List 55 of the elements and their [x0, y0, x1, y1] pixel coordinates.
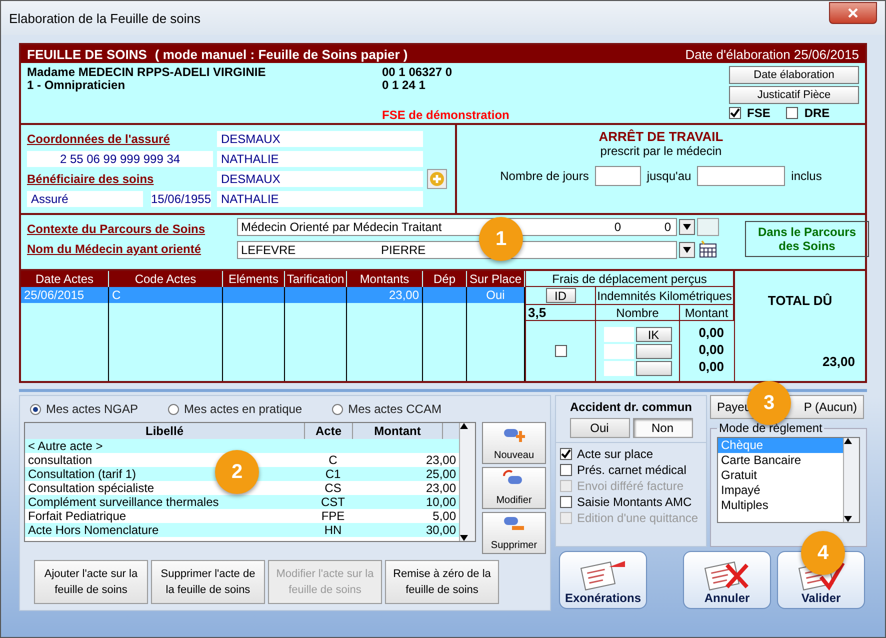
radio-label: Mes actes en pratique: [184, 402, 302, 416]
option-label: Envoi différé facture: [577, 479, 684, 493]
act-code: C1: [324, 467, 342, 481]
until-label: jusqu'au: [646, 169, 692, 183]
doctor-specialty: 1 - Omnipraticien: [27, 79, 126, 92]
radio-label: Mes actes NGAP: [46, 402, 138, 416]
sick-leave-subtitle: prescrit par le médecin: [600, 144, 722, 158]
act-code: CST: [320, 495, 346, 509]
total-value: 23,00: [822, 354, 855, 369]
amount-value: 0,00: [698, 359, 724, 374]
sheet-title: FEUILLE DE SOINS: [27, 46, 147, 62]
distance-value: 3,5: [528, 305, 546, 320]
radio-label: Mes actes CCAM: [348, 402, 442, 416]
act-amount: 5,00: [432, 509, 456, 523]
act-amount: 23,00: [424, 453, 456, 467]
column-header: Sur Place: [467, 271, 525, 287]
act-amount: 30,00: [424, 523, 456, 537]
column-header: Nombre: [616, 306, 659, 320]
amount-value: 0,00: [698, 342, 724, 357]
column-header: Montants: [347, 271, 423, 287]
care-path-status: Dans le Parcours des Soins: [745, 221, 869, 257]
column-header: Tarification: [285, 271, 347, 287]
act-amount: 10,00: [424, 495, 456, 509]
doctor-number: 00 1 06327 0: [382, 66, 454, 79]
days-label: Nombre de jours: [500, 169, 589, 183]
accident-title: Accident dr. commun: [570, 400, 692, 414]
act-code: C: [328, 453, 338, 467]
doctor-code: 0 1 24 1: [382, 79, 426, 92]
act-code: FPE: [320, 509, 346, 523]
column-header: Eléments: [223, 271, 285, 287]
inclusive-label: inclus: [791, 169, 822, 183]
column-header: Date Actes: [21, 271, 109, 287]
option-label: Edition d'une quittance: [577, 511, 698, 525]
creation-date: Date d'élaboration 25/06/2015: [685, 46, 859, 62]
total-label: TOTAL DÛ: [768, 293, 832, 308]
doctor-name: Madame MEDECIN RPPS-ADELI VIRGINIE: [27, 66, 267, 79]
sick-leave-title: ARRÊT DE TRAVAIL: [598, 129, 724, 144]
act-amount: 23,00: [424, 481, 456, 495]
column-header: Code Actes: [109, 271, 223, 287]
column-header: Montant: [684, 306, 728, 320]
act-code: HN: [323, 523, 343, 537]
window-title: Elaboration de la Feuille de soins: [9, 10, 201, 26]
option-label: Acte sur place: [577, 447, 654, 461]
checkbox-label: FSE: [747, 106, 770, 120]
act-code: CS: [324, 481, 342, 495]
act-amount: 25,00: [424, 467, 456, 481]
checkbox-label: DRE: [804, 106, 830, 120]
travel-title: Frais de déplacement perçus: [552, 272, 707, 286]
option-label: Saisie Montants AMC: [577, 495, 692, 509]
amount-value: 0,00: [698, 325, 724, 340]
demo-notice: FSE de démonstration: [382, 108, 510, 122]
sheet-mode: ( mode manuel : Feuille de Soins papier ): [154, 46, 408, 62]
option-label: Prés. carnet médical: [577, 463, 686, 477]
mileage-label: Indemnités Kilométriques: [597, 288, 732, 302]
column-header: Dép: [423, 271, 467, 287]
